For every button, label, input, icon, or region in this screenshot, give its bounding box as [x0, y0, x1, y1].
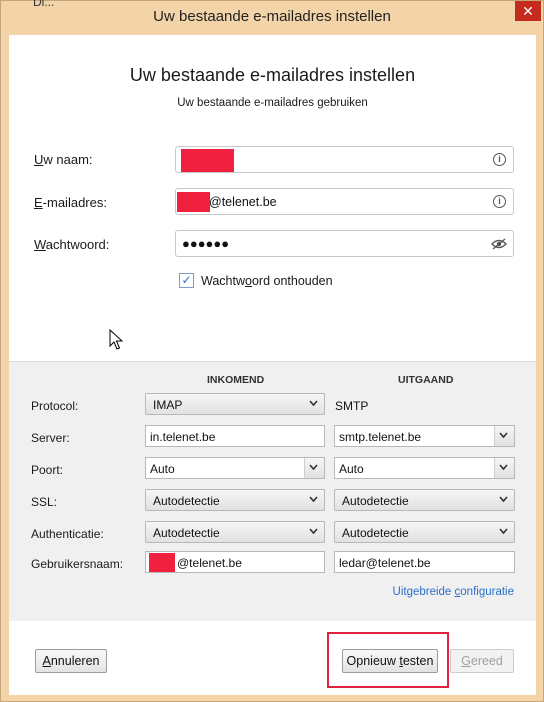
close-button[interactable]: ✕ [515, 1, 541, 21]
mouse-cursor-icon [109, 329, 123, 350]
cancel-button[interactable]: Annuleren [35, 649, 107, 673]
chevron-down-icon [309, 400, 318, 407]
email-value: @telenet.be [209, 195, 277, 209]
chevron-down-icon [309, 496, 318, 503]
page-title: Uw bestaande e-mailadres instellen [129, 65, 416, 85]
port-label: Poort: [31, 463, 64, 477]
name-label: Uw naam: [34, 152, 93, 167]
chevron-down-icon [309, 528, 318, 535]
outgoing-ssl-select[interactable]: Autodetectie [334, 489, 515, 511]
chevron-down-icon [499, 496, 508, 503]
name-input[interactable]: i [175, 146, 514, 173]
outgoing-protocol: SMTP [335, 399, 369, 413]
chevron-down-icon[interactable] [499, 464, 508, 471]
password-input[interactable]: ●●●●●● [175, 230, 514, 257]
remember-password-checkbox[interactable]: ✓ [179, 273, 194, 288]
highlight-box [327, 632, 449, 688]
incoming-username-input[interactable]: @telenet.be [145, 551, 325, 573]
eye-slash-icon[interactable] [491, 238, 507, 250]
incoming-auth-select[interactable]: Autodetectie [145, 521, 325, 543]
username-label: Gebruikersnaam: [31, 557, 124, 571]
outgoing-server-combo[interactable]: smtp.telenet.be [334, 425, 515, 447]
incoming-protocol-select[interactable]: IMAP [145, 393, 325, 415]
redacted-name [181, 149, 234, 172]
incoming-ssl-select[interactable]: Autodetectie [145, 489, 325, 511]
redacted-email [177, 192, 210, 212]
page-subtitle: Uw bestaande e-mailadres gebruiken [177, 97, 368, 109]
ssl-label: SSL: [31, 495, 58, 509]
incoming-header: INKOMEND [207, 374, 265, 386]
remember-password-label[interactable]: Wachtwoord onthouden [201, 274, 333, 288]
redacted-username [149, 553, 175, 572]
outgoing-username-input[interactable]: ledar@telenet.be [334, 551, 515, 573]
dialog-window: Di... Uw bestaande e-mailadres instellen… [0, 0, 544, 702]
email-label: E-mailadres: [34, 195, 107, 210]
window-title: Uw bestaande e-mailadres instellen [153, 8, 391, 25]
advanced-config-link[interactable]: Uitgebreide configuratie [393, 586, 514, 598]
checkmark-icon: ✓ [181, 273, 192, 287]
server-config-panel: INKOMEND UITGAAND Protocol: IMAP SMTP Se… [9, 361, 536, 621]
incoming-port-combo[interactable]: Auto [145, 457, 325, 479]
info-icon[interactable]: i [493, 195, 506, 208]
dialog-content: Uw bestaande e-mailadres instellen Uw be… [9, 35, 536, 695]
auth-label: Authenticatie: [31, 527, 104, 541]
protocol-label: Protocol: [31, 399, 79, 413]
chevron-down-icon[interactable] [309, 464, 318, 471]
email-input[interactable]: @telenet.be i [175, 188, 514, 215]
chevron-down-icon[interactable] [499, 432, 508, 439]
chevron-down-icon [499, 528, 508, 535]
title-bar[interactable]: Uw bestaande e-mailadres instellen ✕ [1, 1, 543, 35]
password-label: Wachtwoord: [34, 237, 110, 252]
done-button[interactable]: Gereed [450, 649, 514, 673]
incoming-server-input[interactable]: in.telenet.be [145, 425, 325, 447]
outgoing-auth-select[interactable]: Autodetectie [334, 521, 515, 543]
info-icon[interactable]: i [493, 153, 506, 166]
password-value: ●●●●●● [182, 236, 230, 251]
server-label: Server: [31, 431, 70, 445]
outgoing-header: UITGAAND [398, 374, 454, 386]
close-icon: ✕ [522, 3, 534, 19]
outgoing-port-combo[interactable]: Auto [334, 457, 515, 479]
